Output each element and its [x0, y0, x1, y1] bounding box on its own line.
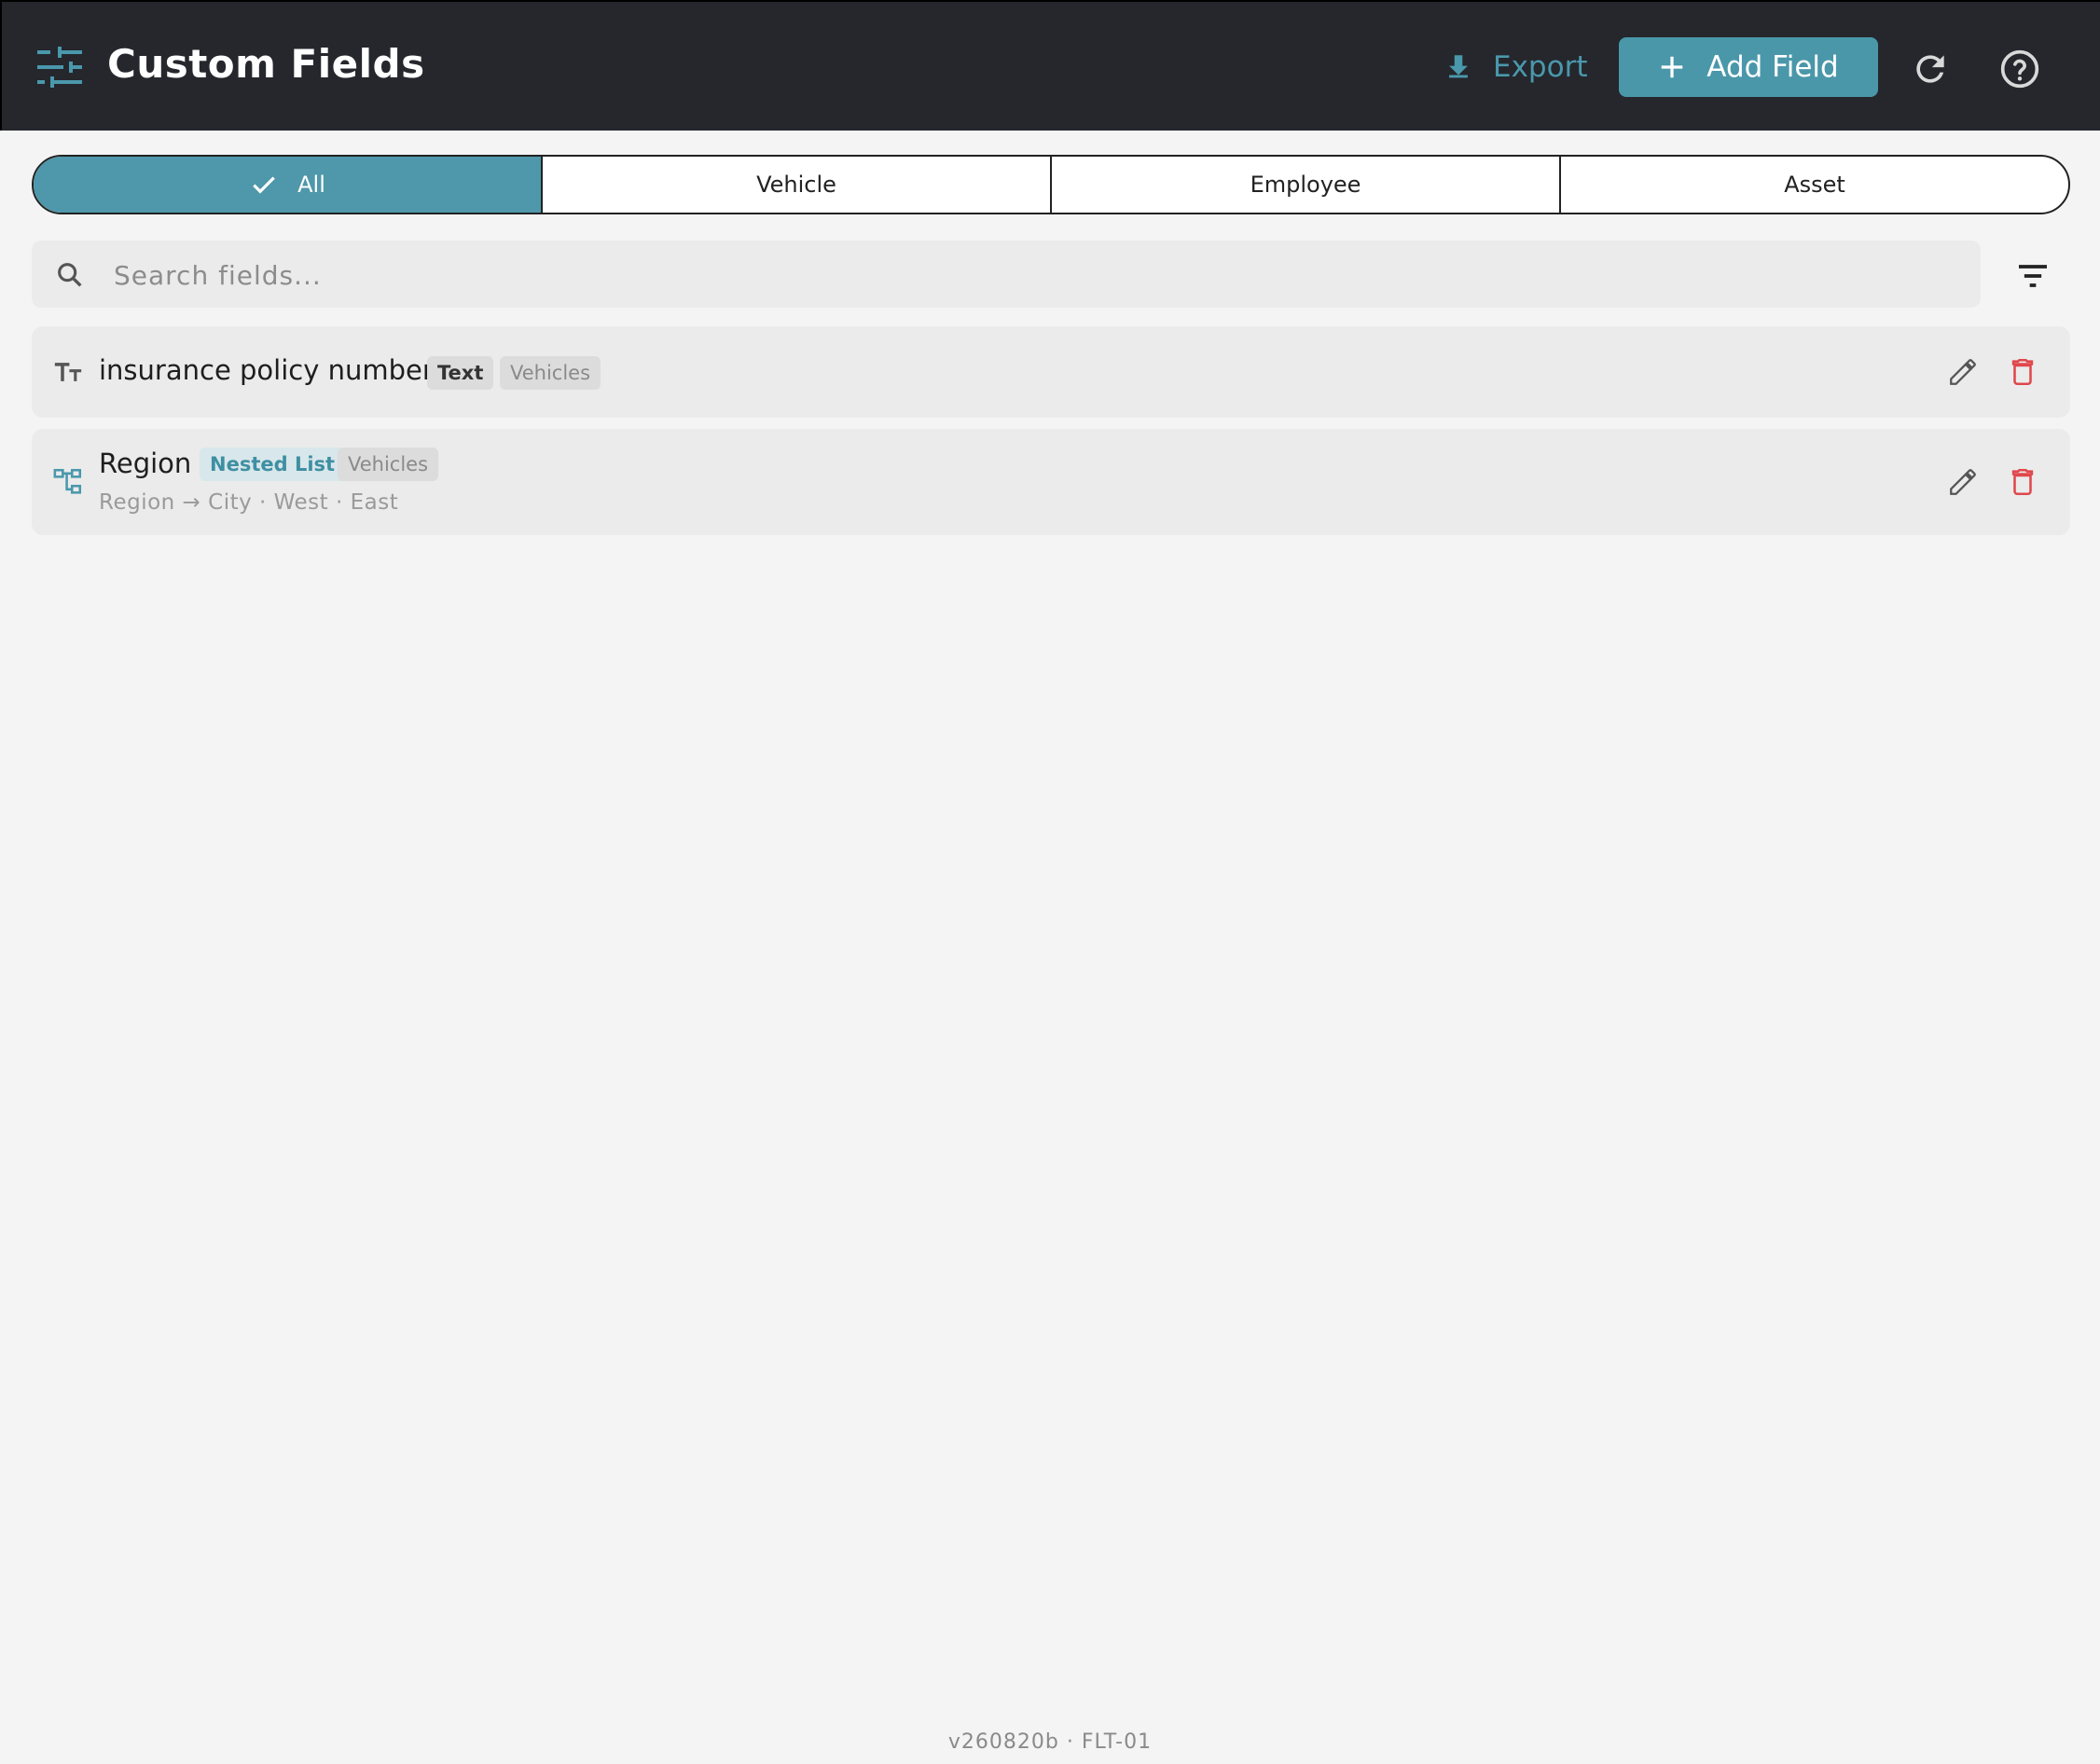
edit-icon[interactable] — [1947, 356, 1979, 388]
segment-label: Employee — [1250, 172, 1361, 198]
filter-icon[interactable] — [2014, 257, 2052, 295]
field-scope-badge: Vehicles — [500, 356, 601, 390]
search-bar — [32, 241, 1981, 308]
delete-icon[interactable] — [2007, 466, 2038, 498]
field-name: Region — [99, 448, 192, 479]
segment-employee[interactable]: Employee — [1052, 157, 1561, 213]
app-header: Custom Fields Export Add Field — [0, 0, 2100, 131]
tune-icon — [37, 47, 82, 88]
text-format-icon — [54, 363, 82, 381]
segment-all[interactable]: All — [34, 157, 543, 213]
refresh-icon[interactable] — [1910, 48, 1951, 90]
segment-asset[interactable]: Asset — [1561, 157, 2068, 213]
field-scope-badge: Vehicles — [338, 448, 439, 481]
field-type-badge: Nested List — [200, 448, 346, 481]
list-item[interactable]: insurance policy number Text Vehicles — [32, 326, 2070, 418]
search-input[interactable] — [112, 252, 1943, 298]
export-button[interactable]: Export — [1443, 47, 1587, 88]
download-icon — [1449, 55, 1468, 78]
entity-filter-segments: All Vehicle Employee Asset — [32, 155, 2070, 214]
plus-icon — [1662, 56, 1683, 78]
search-icon — [58, 263, 82, 287]
field-subtitle: Region → City · West · East — [99, 490, 399, 515]
page-title: Custom Fields — [107, 41, 425, 87]
list-item[interactable]: Region Nested List Vehicles Region → Cit… — [32, 429, 2070, 535]
add-field-button[interactable]: Add Field — [1619, 37, 1878, 97]
delete-icon[interactable] — [2007, 356, 2038, 388]
field-type-badge: Text — [427, 356, 494, 390]
hierarchy-icon — [53, 468, 82, 494]
add-field-label: Add Field — [1706, 50, 1839, 84]
segment-vehicle[interactable]: Vehicle — [543, 157, 1052, 213]
segment-label: Asset — [1784, 172, 1845, 198]
help-circle-icon[interactable] — [1999, 48, 2040, 90]
check-icon — [253, 176, 275, 194]
version-label: v260820b · FLT-01 — [947, 1730, 1153, 1754]
segment-label: All — [297, 172, 325, 198]
segment-label: Vehicle — [756, 172, 836, 198]
field-name: insurance policy number — [99, 354, 434, 386]
export-label: Export — [1493, 50, 1588, 84]
edit-icon[interactable] — [1947, 466, 1979, 498]
